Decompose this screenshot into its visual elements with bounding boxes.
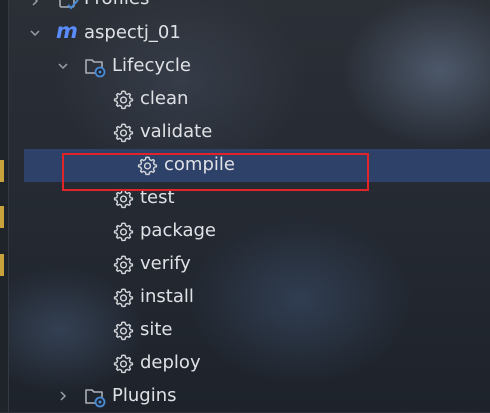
phase-label: clean <box>140 88 189 109</box>
lifecycle-phase-package[interactable]: package <box>0 215 490 248</box>
phase-label: site <box>140 319 173 340</box>
gear-icon <box>113 287 134 308</box>
phase-label: deploy <box>140 352 201 373</box>
gear-icon <box>113 254 134 275</box>
lifecycle-phase-install[interactable]: install <box>0 281 490 314</box>
gear-icon <box>113 221 134 242</box>
folder-gear-icon <box>84 386 106 408</box>
chevron-right-icon[interactable] <box>58 391 68 401</box>
tree-item-label: aspectj_01 <box>84 22 181 43</box>
phase-label: verify <box>140 253 191 274</box>
gear-icon <box>113 353 134 374</box>
lifecycle-phase-validate[interactable]: validate <box>0 116 490 149</box>
phase-label: install <box>140 286 194 307</box>
folder-gear-icon <box>84 56 106 78</box>
tree-item-lifecycle[interactable]: Lifecycle <box>0 50 490 83</box>
gear-icon <box>113 188 134 209</box>
lifecycle-phase-deploy[interactable]: deploy <box>0 347 490 380</box>
lifecycle-phase-clean[interactable]: clean <box>0 83 490 116</box>
profiles-icon <box>58 0 79 10</box>
lifecycle-phase-site[interactable]: site <box>0 314 490 347</box>
tree-item-project[interactable]: m aspectj_01 <box>0 17 490 50</box>
gear-icon <box>113 320 134 341</box>
lifecycle-phase-verify[interactable]: verify <box>0 248 490 281</box>
tree-item-profiles[interactable]: Profiles <box>0 0 490 17</box>
chevron-down-icon[interactable] <box>30 28 40 38</box>
gear-icon <box>113 89 134 110</box>
chevron-right-icon[interactable] <box>30 0 40 6</box>
phase-label: validate <box>140 121 213 142</box>
phase-label: package <box>140 220 216 241</box>
tree-item-label: Lifecycle <box>112 55 191 76</box>
gear-icon <box>113 122 134 143</box>
maven-m-icon: m <box>56 19 78 43</box>
chevron-down-icon[interactable] <box>58 61 68 71</box>
tree-item-plugins[interactable]: Plugins <box>0 380 490 413</box>
tree-item-label: Plugins <box>112 385 177 406</box>
edge-marker <box>0 160 4 182</box>
tree-item-label: Profiles <box>84 0 149 9</box>
highlight-box <box>62 153 369 191</box>
